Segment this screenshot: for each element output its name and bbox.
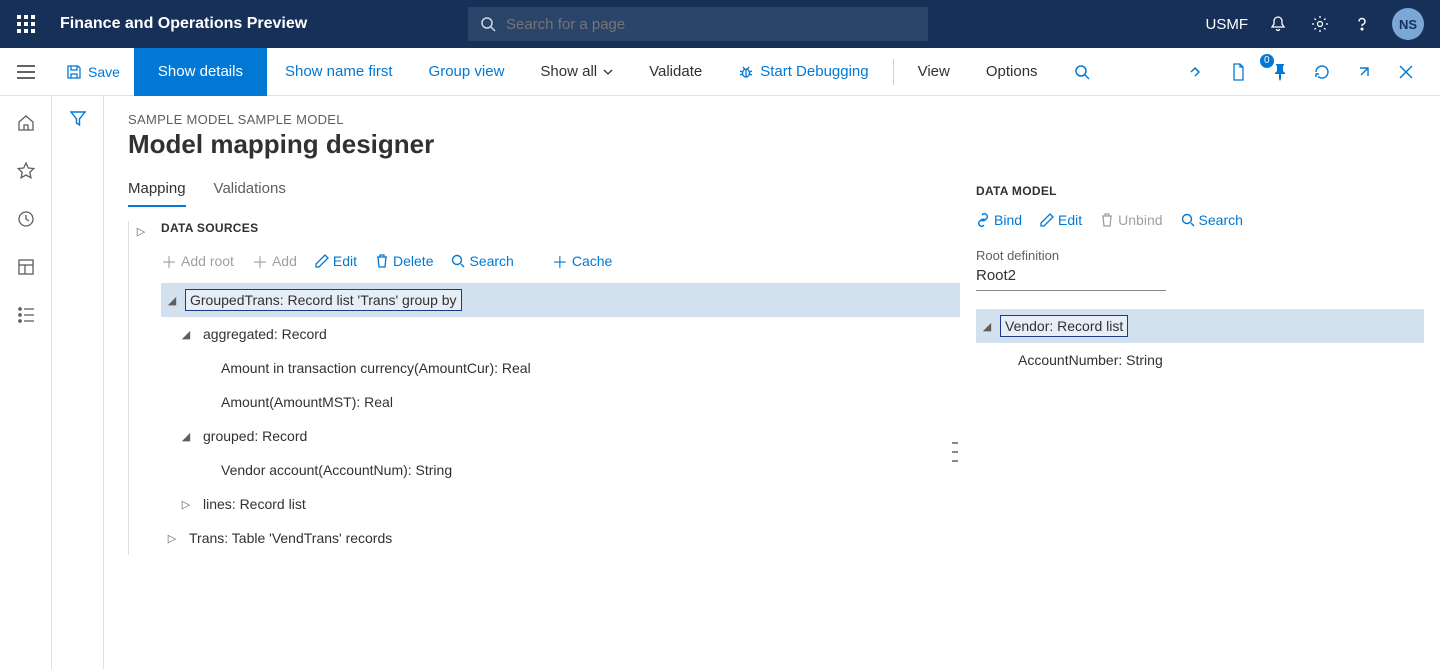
app-title: Finance and Operations Preview xyxy=(60,15,307,33)
office-icon[interactable] xyxy=(1224,58,1252,86)
data-model-title: DATA MODEL xyxy=(976,184,1424,198)
show-details-button[interactable]: Show details xyxy=(134,48,267,96)
filter-column xyxy=(52,96,104,669)
search-icon xyxy=(1181,213,1195,227)
tree-node[interactable]: ◢aggregated: Record xyxy=(161,317,960,351)
pencil-icon xyxy=(315,254,329,268)
search-icon xyxy=(480,16,496,32)
show-all-dropdown[interactable]: Show all xyxy=(522,48,631,96)
chevron-right-icon[interactable]: ▷ xyxy=(179,498,193,511)
data-sources-title: DATA SOURCES xyxy=(161,221,960,235)
refresh-icon[interactable] xyxy=(1308,58,1336,86)
chevron-down-icon[interactable]: ◢ xyxy=(179,328,193,341)
main: SAMPLE MODEL SAMPLE MODEL Model mapping … xyxy=(0,96,1440,669)
chevron-right-icon[interactable]: ▷ xyxy=(165,532,179,545)
link-icon xyxy=(976,213,990,227)
bell-icon[interactable] xyxy=(1266,12,1290,36)
tree-node[interactable]: ◢grouped: Record xyxy=(161,419,960,453)
tree-node[interactable]: ▷lines: Record list xyxy=(161,487,960,521)
ds-search-button[interactable]: Search xyxy=(451,253,513,269)
gear-icon[interactable] xyxy=(1308,12,1332,36)
attach-icon[interactable] xyxy=(1182,58,1210,86)
tree-node[interactable]: Amount(AmountMST): Real xyxy=(161,385,960,419)
modules-icon[interactable] xyxy=(15,304,37,326)
top-bar: Finance and Operations Preview USMF NS xyxy=(0,0,1440,48)
dm-edit-button[interactable]: Edit xyxy=(1040,212,1082,228)
data-sources-tree: ◢GroupedTrans: Record list 'Trans' group… xyxy=(161,283,960,555)
star-icon[interactable] xyxy=(15,160,37,182)
save-icon xyxy=(66,64,82,80)
nav-hamburger-icon[interactable] xyxy=(0,65,52,79)
debug-icon xyxy=(738,64,754,80)
close-icon[interactable] xyxy=(1392,58,1420,86)
divider xyxy=(893,59,894,85)
avatar[interactable]: NS xyxy=(1392,8,1424,40)
save-label: Save xyxy=(88,64,120,80)
tree-node[interactable]: ◢GroupedTrans: Record list 'Trans' group… xyxy=(161,283,960,317)
page-title: Model mapping designer xyxy=(128,129,960,160)
bind-button[interactable]: Bind xyxy=(976,212,1022,228)
chevron-down-icon[interactable]: ◢ xyxy=(165,294,179,307)
trash-icon xyxy=(1100,213,1114,227)
tab-mapping[interactable]: Mapping xyxy=(128,180,186,207)
root-definition-value[interactable]: Root2 xyxy=(976,267,1166,291)
global-search-input[interactable] xyxy=(506,16,916,33)
validate-button[interactable]: Validate xyxy=(631,48,720,96)
action-search-button[interactable] xyxy=(1056,48,1108,96)
action-bar: Save Show details Show name first Group … xyxy=(0,48,1440,96)
data-sources-panel: ▷ DATA SOURCES ＋Add root ＋Add Edit xyxy=(128,221,960,555)
pencil-icon xyxy=(1040,213,1054,227)
mid-area: SAMPLE MODEL SAMPLE MODEL Model mapping … xyxy=(104,96,1440,669)
tree-node[interactable]: ◢Vendor: Record list xyxy=(976,309,1424,343)
waffle-icon[interactable] xyxy=(8,15,44,33)
add-button[interactable]: ＋Add xyxy=(252,249,297,273)
splitter[interactable] xyxy=(952,442,958,462)
delete-button[interactable]: Delete xyxy=(375,253,433,269)
right-pane: DATA MODEL Bind Edit Unbind xyxy=(960,112,1440,669)
left-pane: SAMPLE MODEL SAMPLE MODEL Model mapping … xyxy=(128,112,960,669)
chevron-down-icon[interactable]: ◢ xyxy=(179,430,193,443)
cache-button[interactable]: ＋Cache xyxy=(552,249,612,273)
tree-node[interactable]: ▷Trans: Table 'VendTrans' records xyxy=(161,521,960,555)
data-model-tree: ◢Vendor: Record list AccountNumber: Stri… xyxy=(976,309,1424,377)
root-definition-label: Root definition xyxy=(976,248,1424,263)
pin-badge: 0 xyxy=(1260,54,1274,68)
help-icon[interactable] xyxy=(1350,12,1374,36)
show-all-label: Show all xyxy=(540,63,597,80)
options-menu[interactable]: Options xyxy=(968,48,1056,96)
trash-icon xyxy=(375,254,389,268)
add-root-button[interactable]: ＋Add root xyxy=(161,249,234,273)
global-search[interactable] xyxy=(468,7,928,41)
unbind-button[interactable]: Unbind xyxy=(1100,212,1162,228)
popout-icon[interactable] xyxy=(1350,58,1378,86)
pin-icon[interactable]: 0 xyxy=(1266,58,1294,86)
company-label[interactable]: USMF xyxy=(1206,16,1249,33)
chevron-down-icon[interactable]: ◢ xyxy=(980,320,994,333)
search-icon xyxy=(1074,64,1090,80)
start-debugging-label: Start Debugging xyxy=(760,63,868,80)
panel-collapse-icon[interactable]: ▷ xyxy=(137,225,145,238)
left-rail xyxy=(0,96,52,669)
filter-icon[interactable] xyxy=(69,110,87,669)
chevron-down-icon xyxy=(603,69,613,75)
content: SAMPLE MODEL SAMPLE MODEL Model mapping … xyxy=(52,96,1440,669)
workspace-icon[interactable] xyxy=(15,256,37,278)
tab-validations[interactable]: Validations xyxy=(214,180,286,207)
save-button[interactable]: Save xyxy=(52,64,134,80)
view-menu[interactable]: View xyxy=(900,48,968,96)
clock-icon[interactable] xyxy=(15,208,37,230)
search-icon xyxy=(451,254,465,268)
tree-node[interactable]: Vendor account(AccountNum): String xyxy=(161,453,960,487)
tree-node[interactable]: AccountNumber: String xyxy=(976,343,1424,377)
dm-search-button[interactable]: Search xyxy=(1181,212,1243,228)
start-debugging-button[interactable]: Start Debugging xyxy=(720,48,886,96)
group-view-button[interactable]: Group view xyxy=(411,48,523,96)
breadcrumb: SAMPLE MODEL SAMPLE MODEL xyxy=(128,112,960,127)
home-icon[interactable] xyxy=(15,112,37,134)
show-name-first-button[interactable]: Show name first xyxy=(267,48,411,96)
edit-button[interactable]: Edit xyxy=(315,253,357,269)
tree-node[interactable]: Amount in transaction currency(AmountCur… xyxy=(161,351,960,385)
